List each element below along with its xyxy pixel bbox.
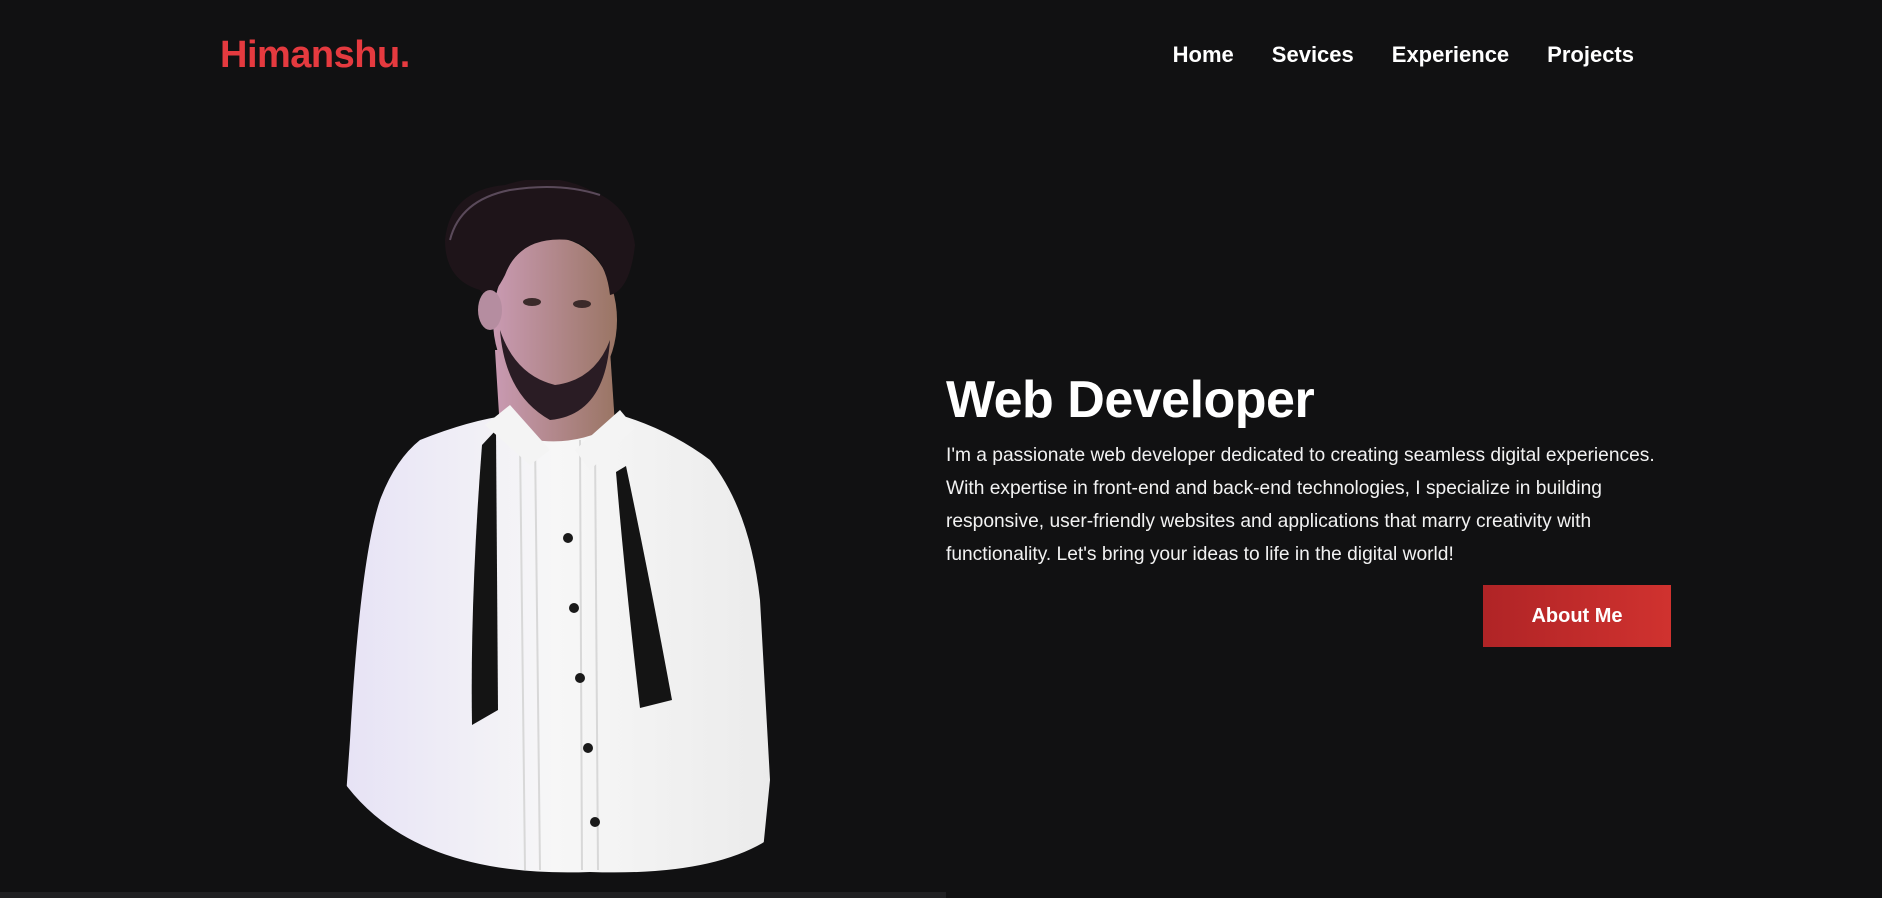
site-logo[interactable]: Himanshu. xyxy=(220,34,410,77)
hero-description: I'm a passionate web developer dedicated… xyxy=(946,445,1655,566)
nav-experience[interactable]: Experience xyxy=(1392,42,1509,68)
nav-projects[interactable]: Projects xyxy=(1547,42,1634,68)
nav-services[interactable]: Sevices xyxy=(1272,42,1354,68)
hero-title: Web Developer xyxy=(946,371,1315,429)
section-divider xyxy=(0,892,946,898)
main-nav: Home Sevices Experience Projects xyxy=(1173,42,1634,68)
nav-home[interactable]: Home xyxy=(1173,42,1234,68)
about-me-button[interactable]: About Me xyxy=(1483,585,1671,647)
profile-photo xyxy=(320,180,820,880)
hero-section: Web Developer I'm a passionate web devel… xyxy=(946,371,1686,571)
page: Himanshu. Home Sevices Experience Projec… xyxy=(0,0,1882,898)
